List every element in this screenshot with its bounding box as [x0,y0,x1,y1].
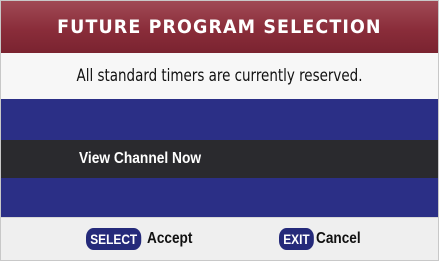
menu-item-label: View Channel Now [79,150,202,167]
footer-hints: SELECT Accept EXIT Cancel [1,217,438,260]
exit-key-badge: EXIT [279,228,314,250]
cancel-button[interactable]: EXIT Cancel [279,228,369,250]
menu-item-empty-bottom[interactable] [1,179,438,217]
dialog-title: FUTURE PROGRAM SELECTION [57,16,382,38]
title-bar: FUTURE PROGRAM SELECTION [1,1,438,53]
option-menu: View Channel Now [1,99,438,217]
select-key-badge: SELECT [86,228,142,250]
cancel-label: Cancel [316,230,361,247]
menu-item-view-channel-now[interactable]: View Channel Now [1,140,438,178]
message-area: All standard timers are currently reserv… [1,53,438,99]
accept-button[interactable]: SELECT Accept [86,228,201,250]
future-program-selection-dialog: FUTURE PROGRAM SELECTION All standard ti… [0,0,439,261]
accept-label: Accept [147,230,193,247]
menu-item-empty-top[interactable] [1,99,438,137]
status-message: All standard timers are currently reserv… [76,66,363,86]
